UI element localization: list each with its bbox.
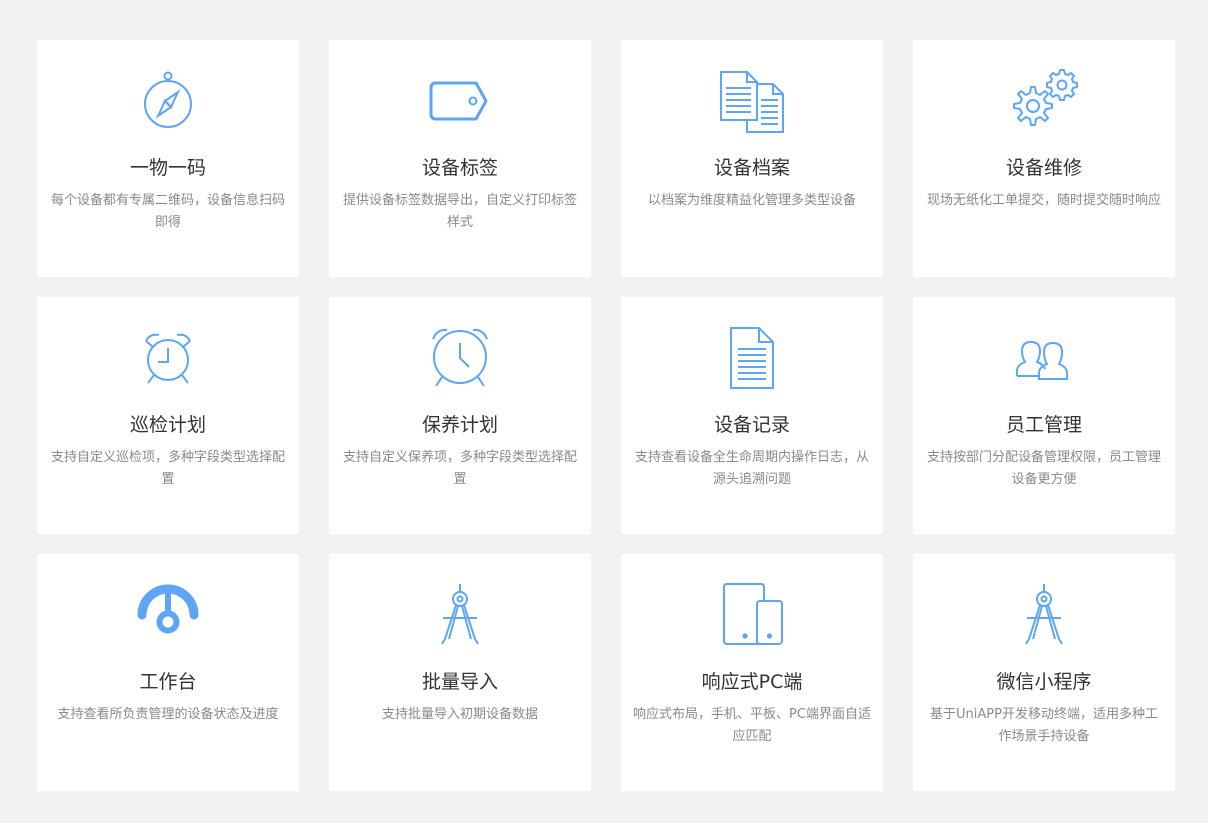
feature-description: 支持按部门分配设备管理权限，员工管理设备更方便 xyxy=(926,450,1161,487)
feature-description: 支持批量导入初期设备数据 xyxy=(381,707,538,722)
feature-card-device-label[interactable]: 设备标签 提供设备标签数据导出，自定义打印标签样式 xyxy=(329,40,591,277)
feature-description: 支持查看所负责管理的设备状态及进度 xyxy=(57,707,279,722)
feature-card-device-archive[interactable]: 设备档案 以档案为维度精益化管理多类型设备 xyxy=(621,40,883,277)
feature-card-batch-import[interactable]: 批量导入 支持批量导入初期设备数据 xyxy=(329,554,591,791)
gears-icon xyxy=(1009,69,1079,132)
feature-description: 以档案为维度精益化管理多类型设备 xyxy=(647,193,856,208)
alarm-clock-icon xyxy=(425,327,495,389)
tag-icon xyxy=(425,70,495,132)
drafting-compass-icon xyxy=(425,584,495,646)
feature-title: 响应式PC端 xyxy=(701,671,803,693)
alarm-clock-icon xyxy=(133,327,203,389)
feature-title: 员工管理 xyxy=(1005,414,1082,436)
feature-card-maintenance-plan[interactable]: 保养计划 支持自定义保养项，多种字段类型选择配置 xyxy=(329,297,591,534)
compass-icon xyxy=(133,70,203,132)
feature-description: 提供设备标签数据导出，自定义打印标签样式 xyxy=(342,193,577,230)
feature-description: 基于UniAPP开发移动终端，适用多种工作场景手持设备 xyxy=(930,707,1158,744)
feature-title: 设备记录 xyxy=(713,414,790,436)
feature-title: 批量导入 xyxy=(421,671,498,693)
feature-card-inspection-plan[interactable]: 巡检计划 支持自定义巡检项，多种字段类型选择配置 xyxy=(37,297,299,534)
feature-title: 一物一码 xyxy=(129,157,206,179)
feature-card-workbench[interactable]: 工作台 支持查看所负责管理的设备状态及进度 xyxy=(37,554,299,791)
document-icon xyxy=(717,327,787,389)
feature-card-wechat-miniprogram[interactable]: 微信小程序 基于UniAPP开发移动终端，适用多种工作场景手持设备 xyxy=(913,554,1175,791)
feature-description: 现场无纸化工单提交，随时提交随时响应 xyxy=(926,193,1161,208)
feature-card-device-record[interactable]: 设备记录 支持查看设备全生命周期内操作日志，从源头追溯问题 xyxy=(621,297,883,534)
feature-description: 支持自定义巡检项，多种字段类型选择配置 xyxy=(50,450,285,487)
feature-description: 支持自定义保养项，多种字段类型选择配置 xyxy=(342,450,577,487)
users-icon xyxy=(1009,327,1079,389)
documents-icon xyxy=(717,70,787,133)
feature-description: 支持查看设备全生命周期内操作日志，从源头追溯问题 xyxy=(634,450,869,487)
tablet-phone-icon xyxy=(717,583,787,646)
dashboard-gauge-icon xyxy=(133,584,203,646)
feature-title: 巡检计划 xyxy=(129,414,206,436)
feature-grid: 一物一码 每个设备都有专属二维码，设备信息扫码即得 设备标签 提供设备标签数据导… xyxy=(37,40,1177,791)
feature-card-staff-management[interactable]: 员工管理 支持按部门分配设备管理权限，员工管理设备更方便 xyxy=(913,297,1175,534)
feature-title: 设备标签 xyxy=(421,157,498,179)
feature-title: 微信小程序 xyxy=(996,671,1092,693)
feature-description: 每个设备都有专属二维码，设备信息扫码即得 xyxy=(50,193,285,230)
feature-title: 保养计划 xyxy=(421,414,498,436)
feature-card-responsive-pc[interactable]: 响应式PC端 响应式布局，手机、平板、PC端界面自适应匹配 xyxy=(621,554,883,791)
feature-title: 设备档案 xyxy=(713,157,790,179)
feature-card-qr-code[interactable]: 一物一码 每个设备都有专属二维码，设备信息扫码即得 xyxy=(37,40,299,277)
drafting-compass-icon xyxy=(1009,584,1079,646)
feature-description: 响应式布局，手机、平板、PC端界面自适应匹配 xyxy=(633,707,871,744)
feature-title: 设备维修 xyxy=(1005,157,1082,179)
feature-card-device-repair[interactable]: 设备维修 现场无纸化工单提交，随时提交随时响应 xyxy=(913,40,1175,277)
feature-title: 工作台 xyxy=(139,671,197,693)
